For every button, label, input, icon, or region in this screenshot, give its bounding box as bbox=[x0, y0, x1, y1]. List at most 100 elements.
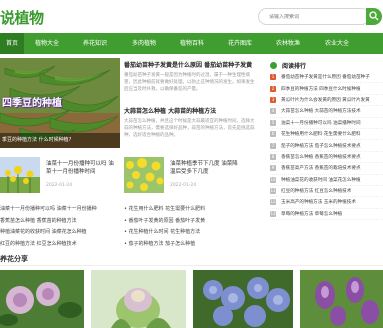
card-title[interactable]: 油菜种植季节下几度 油菜降温后受多下几度 bbox=[170, 160, 242, 176]
article-card[interactable]: 油菜种植季节下几度 油菜降温后受多下几度 2022-01-24 bbox=[124, 157, 242, 197]
ranking-icon bbox=[270, 61, 277, 69]
ranking-item-label: 花生种植用什么肥料 花生需要什么肥料 bbox=[281, 132, 361, 138]
rank-badge: 7 bbox=[270, 142, 276, 149]
list-item[interactable]: 香蕉苗怎么种植 香蕉苗的种植方法 bbox=[0, 216, 120, 228]
list-item[interactable]: • 花生种植什么时间 花生种植方法 bbox=[124, 227, 258, 239]
ranking-item[interactable]: 12 玉米高产的种植方法 玉米的种植技术 bbox=[270, 197, 383, 209]
search-button[interactable] bbox=[366, 8, 382, 25]
ranking-item-label: 红豆的种植方法 红豆怎么种植技术 bbox=[281, 189, 352, 195]
list-item[interactable]: • 茄子的种植方法 茄子怎么种植 bbox=[124, 239, 258, 251]
gallery-section-title: 养花分享 bbox=[0, 255, 28, 263]
rank-badge: 2 bbox=[270, 85, 276, 92]
nav-item-flower-care[interactable]: 养花知识 bbox=[70, 33, 120, 54]
featured-article[interactable]: 番茄幼苗种子发黄是什么原因 番茄幼苗种子发黄 番茄幼苗种子发黄一般是因为种植时的… bbox=[124, 62, 258, 93]
ranking-item[interactable]: 13 草莓的种植方法 草莓怎么种植 bbox=[270, 209, 383, 221]
ranking-item[interactable]: 11 红豆的种植方法 红豆怎么种植技术 bbox=[270, 186, 383, 198]
search-box bbox=[258, 8, 382, 25]
rank-badge: 12 bbox=[270, 199, 276, 206]
gallery-photo bbox=[91, 270, 186, 328]
card-date: 2022-01-24 bbox=[170, 183, 197, 188]
gallery-photo bbox=[193, 270, 293, 328]
featured-title[interactable]: 大蒜苗怎么种植 大蒜苗的种植方法 bbox=[124, 108, 258, 116]
nav-item-home[interactable]: 首页 bbox=[0, 33, 24, 54]
header: 说植物 bbox=[0, 0, 383, 33]
rank-badge: 1 bbox=[270, 74, 276, 81]
reading-ranking: 阅读排行 1 番茄幼苗种子发黄是什么原因 番茄幼苗种子 2 四季豆的种植方法 四季豆… bbox=[270, 58, 383, 221]
list-item-label: 花生用什么肥料 花生需要什么肥料 bbox=[128, 206, 206, 212]
ranking-item[interactable]: 7 茄子的种植方法 茄子怎么种植技术要点 bbox=[270, 140, 383, 152]
ranking-item-label: 四季豆的种植方法 四季豆什么时候种植 bbox=[281, 86, 361, 92]
list-item[interactable]: 种植油菜花的收获时间 油菜花怎么种植 bbox=[0, 227, 120, 239]
ranking-item-label: 种植油菜花的收获时间 油菜花怎么种植 bbox=[281, 177, 361, 183]
link-list: • 花生用什么肥料 花生需要什么肥料 • 番茄叶子发黄的原因 番茄叶子发黄 • … bbox=[124, 204, 258, 250]
ranking-item-label: 番茄幼苗种子发黄是什么原因 番茄幼苗种子 bbox=[281, 75, 370, 81]
ranking-item[interactable]: 4 大蒜苗怎么种植 大蒜苗的种植方法技术 bbox=[270, 106, 383, 118]
gallery-photo bbox=[0, 270, 84, 328]
ranking-item-label: 大蒜苗怎么种植 大蒜苗的种植方法技术 bbox=[281, 109, 361, 115]
rank-badge: 11 bbox=[270, 188, 276, 195]
gallery-image[interactable] bbox=[91, 270, 186, 328]
ranking-item-label: 油菜十一月份播种可以吗 油菜播种时间 bbox=[281, 120, 361, 126]
logo-text: 说植物 bbox=[0, 8, 44, 27]
gallery-image[interactable] bbox=[0, 270, 84, 328]
sidebar-heading-label: 阅读排行 bbox=[282, 62, 307, 70]
nav-item-plants[interactable]: 植物大全 bbox=[24, 33, 70, 54]
featured-article[interactable]: 大蒜苗怎么种植 大蒜苗的种植方法 大蒜苗怎么种植，并且这个时候是大蒜最适宜的种植… bbox=[124, 108, 258, 139]
article-card[interactable]: 油菜十一月份播种可以吗 油菜十一月份播种时间 2022-01-24 bbox=[0, 157, 118, 197]
list-item-label: 花生种植什么时间 花生种植方法 bbox=[128, 229, 201, 235]
rank-badge: 8 bbox=[270, 153, 276, 160]
list-item[interactable]: • 花生用什么肥料 花生需要什么肥料 bbox=[124, 204, 258, 216]
ranking-item[interactable]: 8 香蕉苗怎么种植 香蕉苗的种植技术要点 bbox=[270, 152, 383, 164]
link-list: 油菜十一月份播种可以吗 油菜十一月份播种 香蕉苗怎么种植 香蕉苗的种植方法 种植… bbox=[0, 204, 120, 250]
nav-item-succulents[interactable]: 多肉植物 bbox=[120, 33, 168, 54]
rank-badge: 5 bbox=[270, 119, 276, 126]
ranking-item[interactable]: 10 种植油菜花的收获时间 油菜花怎么种植 bbox=[270, 175, 383, 186]
list-item-label: 番茄叶子发黄的原因 番茄叶子发黄 bbox=[128, 217, 206, 224]
nav-item-farming[interactable]: 农业大全 bbox=[312, 33, 362, 54]
ranking-item[interactable]: 1 番茄幼苗种子发黄是什么原因 番茄幼苗种子 bbox=[270, 72, 383, 84]
rank-badge: 13 bbox=[270, 210, 276, 217]
list-item[interactable]: • 番茄叶子发黄的原因 番茄叶子发黄 bbox=[124, 216, 258, 228]
ranking-item-label: 香蕉苗高产方法 香蕉苗的栽培技术要点 bbox=[281, 166, 361, 172]
rank-badge: 6 bbox=[270, 131, 276, 138]
ranking-item[interactable]: 3 黄瓜叶片为什么会发黄的原因 黄瓜叶片发黄 bbox=[270, 95, 383, 107]
gallery-image[interactable] bbox=[300, 270, 383, 328]
nav-item-agriculture[interactable]: 农林牧渔 bbox=[264, 33, 312, 54]
list-item-label: 茄子的种植方法 茄子怎么种植 bbox=[128, 240, 196, 247]
search-icon bbox=[369, 11, 379, 21]
ranking-item-label: 茄子的种植方法 茄子怎么种植技术要点 bbox=[281, 143, 361, 149]
card-thumbnail[interactable] bbox=[124, 157, 164, 193]
ranking-item[interactable]: 6 花生种植用什么肥料 花生需要什么肥料 bbox=[270, 129, 383, 141]
rank-badge: 3 bbox=[270, 96, 276, 103]
hero-slide[interactable]: 四季豆的种植 季豆的种植方法 什么时候种植? bbox=[0, 58, 120, 148]
featured-desc: 大蒜苗怎么种植，并且这个时候是大蒜最适宜的种植时间，选择大蒜的种植方法，需要选择… bbox=[124, 119, 255, 138]
flower-gallery bbox=[0, 270, 383, 328]
gallery-image[interactable] bbox=[193, 270, 293, 328]
rank-badge: 10 bbox=[270, 176, 276, 183]
sidebar-heading: 阅读排行 bbox=[270, 58, 383, 72]
hero-caption[interactable]: 季豆的种植方法 什么时候种植? bbox=[0, 133, 120, 148]
site-logo[interactable]: 说植物 bbox=[0, 6, 44, 28]
rank-badge: 4 bbox=[270, 108, 276, 115]
card-date: 2022-01-24 bbox=[46, 183, 73, 188]
nav-item-gallery[interactable]: 花卉图库 bbox=[216, 33, 264, 54]
main-nav: 首页 植物大全 养花知识 多肉植物 植物百科 花卉图库 农林牧渔 农业大全 bbox=[0, 33, 383, 54]
ranking-item[interactable]: 2 四季豆的种植方法 四季豆什么时候种植 bbox=[270, 83, 383, 95]
section-divider bbox=[0, 265, 383, 266]
ranking-item[interactable]: 5 油菜十一月份播种可以吗 油菜播种时间 bbox=[270, 118, 383, 129]
card-title[interactable]: 油菜十一月份播种可以吗 油菜十一月份播种时间 bbox=[46, 160, 118, 176]
ranking-item-label: 黄瓜叶片为什么会发黄的原因 黄瓜叶片发黄 bbox=[281, 97, 370, 103]
rank-badge: 9 bbox=[270, 165, 276, 172]
ranking-item-label: 草莓的种植方法 草莓怎么种植 bbox=[281, 211, 343, 217]
search-input[interactable] bbox=[269, 13, 339, 20]
hero-title: 四季豆的种植 bbox=[2, 98, 62, 109]
ranking-item[interactable]: 9 香蕉苗高产方法 香蕉苗的栽培技术要点 bbox=[270, 163, 383, 175]
card-image bbox=[0, 157, 40, 193]
card-image bbox=[124, 157, 164, 193]
list-item[interactable]: 红豆的种植方法 红豆怎么种植技术 bbox=[0, 239, 120, 251]
list-item[interactable]: 油菜十一月份播种可以吗 油菜十一月份播种 bbox=[0, 204, 120, 216]
gallery-photo bbox=[300, 270, 383, 328]
card-thumbnail[interactable] bbox=[0, 157, 40, 193]
featured-title[interactable]: 番茄幼苗种子发黄是什么原因 番茄幼苗种子发黄 bbox=[124, 62, 258, 70]
nav-item-encyclopedia[interactable]: 植物百科 bbox=[168, 33, 216, 54]
